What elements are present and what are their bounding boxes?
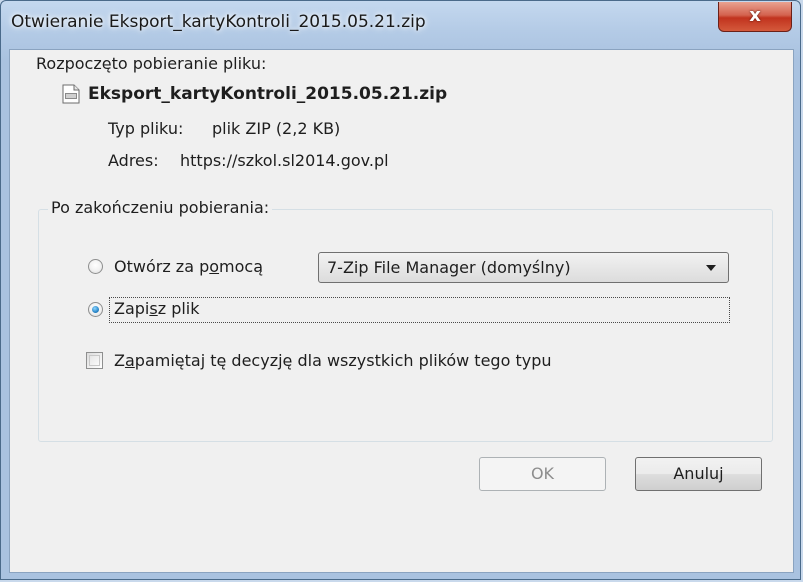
cancel-button[interactable]: Anuluj <box>635 457 762 491</box>
window-title: Otwieranie Eksport_kartyKontroli_2015.05… <box>11 12 426 32</box>
save-file-label[interactable]: Zapisz plik <box>114 299 200 318</box>
file-type-label: Typ pliku: <box>108 119 184 138</box>
ok-button[interactable]: OK <box>479 457 606 491</box>
open-with-label[interactable]: Otwórz za pomocą <box>114 257 263 276</box>
file-name: Eksport_kartyKontroli_2015.05.21.zip <box>88 84 448 104</box>
zip-file-icon <box>62 84 80 104</box>
after-download-group <box>38 209 773 442</box>
title-bar[interactable]: Otwieranie Eksport_kartyKontroli_2015.05… <box>1 1 800 49</box>
save-file-focus-rect <box>109 297 730 323</box>
chevron-down-icon <box>706 265 716 271</box>
download-started-text: Rozpoczęto pobieranie pliku: <box>36 54 267 73</box>
remember-decision-label[interactable]: Zapamiętaj tę decyzję dla wszystkich pli… <box>114 351 551 370</box>
address-value: https://szkol.sl2014.gov.pl <box>180 151 389 170</box>
open-with-app-select[interactable]: 7-Zip File Manager (domyślny) <box>318 252 729 283</box>
close-button[interactable]: x <box>718 2 792 32</box>
open-with-radio[interactable] <box>88 259 103 274</box>
open-with-app-value: 7-Zip File Manager (domyślny) <box>327 258 571 277</box>
save-file-radio[interactable] <box>88 302 103 317</box>
remember-decision-checkbox[interactable] <box>86 352 103 369</box>
file-type-value: plik ZIP (2,2 KB) <box>212 119 341 138</box>
address-label: Adres: <box>108 151 159 170</box>
close-icon: x <box>749 5 761 26</box>
after-download-group-label: Po zakończeniu pobierania: <box>48 198 273 217</box>
